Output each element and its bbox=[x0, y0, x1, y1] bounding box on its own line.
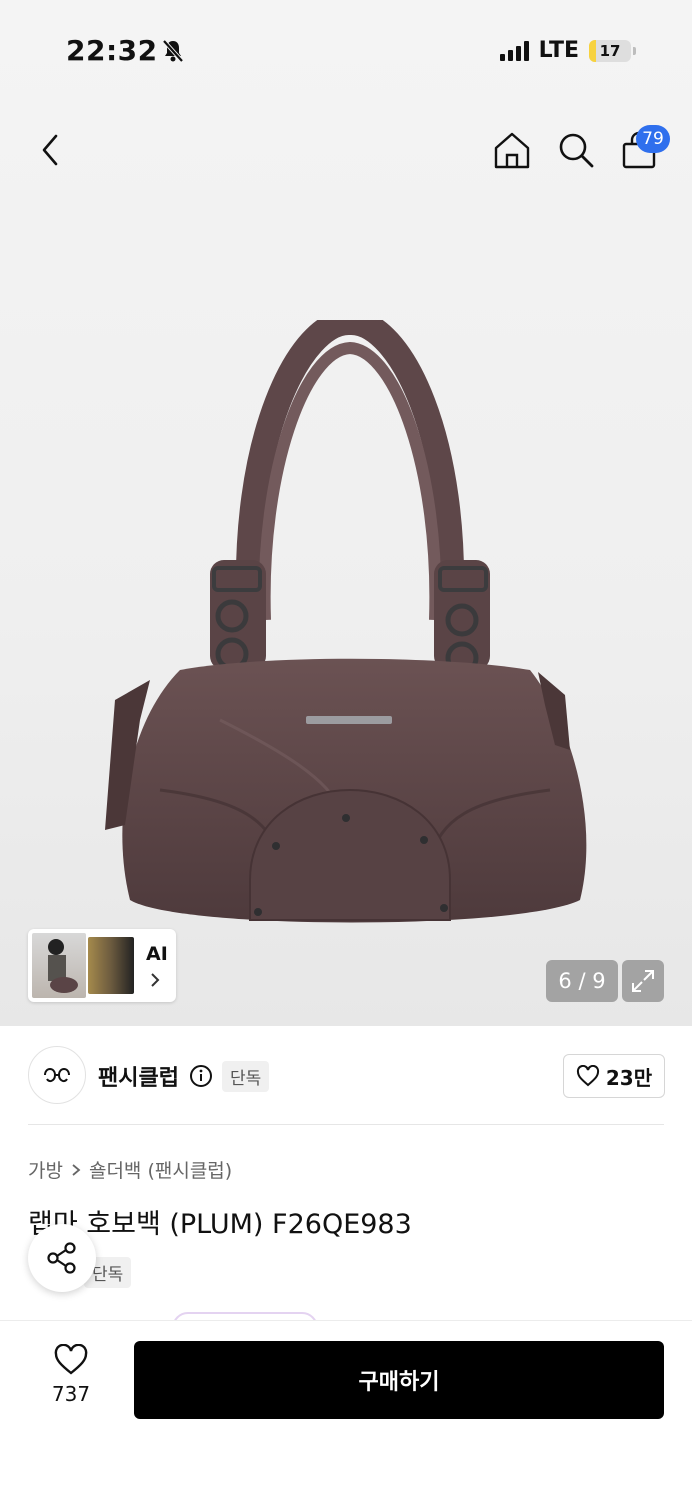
wishlist-count: 737 bbox=[51, 1382, 91, 1406]
status-time: 22:32 bbox=[66, 34, 158, 67]
battery-level: 17 bbox=[599, 41, 621, 60]
chevron-right-icon bbox=[72, 1163, 81, 1176]
heart-icon bbox=[576, 1065, 599, 1087]
image-page-indicator: 6 / 9 bbox=[546, 960, 618, 1002]
battery-nub bbox=[633, 46, 636, 55]
buy-button[interactable]: 구매하기 bbox=[134, 1341, 664, 1419]
handbag-illustration bbox=[105, 309, 587, 923]
brand-like-count: 23만 bbox=[605, 1065, 653, 1090]
share-button[interactable] bbox=[28, 1224, 96, 1292]
bell-muted-icon bbox=[160, 38, 186, 68]
search-button[interactable] bbox=[556, 130, 596, 174]
heart-icon bbox=[54, 1343, 88, 1375]
share-icon bbox=[47, 1242, 76, 1274]
home-button[interactable] bbox=[492, 130, 532, 174]
ai-thumbnail bbox=[88, 937, 134, 994]
network-label: LTE bbox=[538, 38, 579, 63]
brand-name[interactable]: 팬시클럽 bbox=[98, 1060, 179, 1092]
home-icon bbox=[494, 132, 530, 169]
search-icon bbox=[559, 133, 594, 168]
product-image[interactable] bbox=[100, 309, 600, 944]
divider bbox=[28, 1124, 664, 1125]
expand-image-button[interactable] bbox=[622, 960, 664, 1002]
signal-icon bbox=[499, 40, 529, 61]
ai-thumbnail bbox=[32, 933, 86, 998]
chevron-left-icon bbox=[42, 134, 58, 166]
cart-count-badge: 79 bbox=[636, 125, 670, 153]
back-button[interactable] bbox=[34, 130, 70, 170]
brand-logo-mark bbox=[44, 1068, 70, 1083]
chevron-right-icon bbox=[148, 971, 162, 993]
info-icon[interactable] bbox=[189, 1064, 213, 1092]
expand-icon bbox=[632, 970, 654, 992]
breadcrumb: 가방 숄더백 (팬시클럽) bbox=[28, 1156, 232, 1183]
brand-like-button[interactable]: 23만 bbox=[563, 1054, 665, 1098]
breadcrumb-category[interactable]: 가방 bbox=[28, 1156, 63, 1183]
wishlist-button[interactable]: 737 bbox=[36, 1343, 106, 1406]
ai-styling-card[interactable]: AI bbox=[28, 929, 176, 1002]
buy-button-label: 구매하기 bbox=[358, 1370, 440, 1395]
ai-label: AI bbox=[146, 943, 168, 965]
breadcrumb-subcategory[interactable]: 숄더백 (팬시클럽) bbox=[89, 1156, 232, 1183]
battery-icon: 17 bbox=[589, 39, 631, 62]
product-gallery[interactable]: 22:32 LTE 17 79 AI 6 / 9 bbox=[0, 0, 692, 1026]
brand-logo[interactable] bbox=[28, 1046, 86, 1104]
exclusive-badge: 단독 bbox=[222, 1061, 270, 1092]
